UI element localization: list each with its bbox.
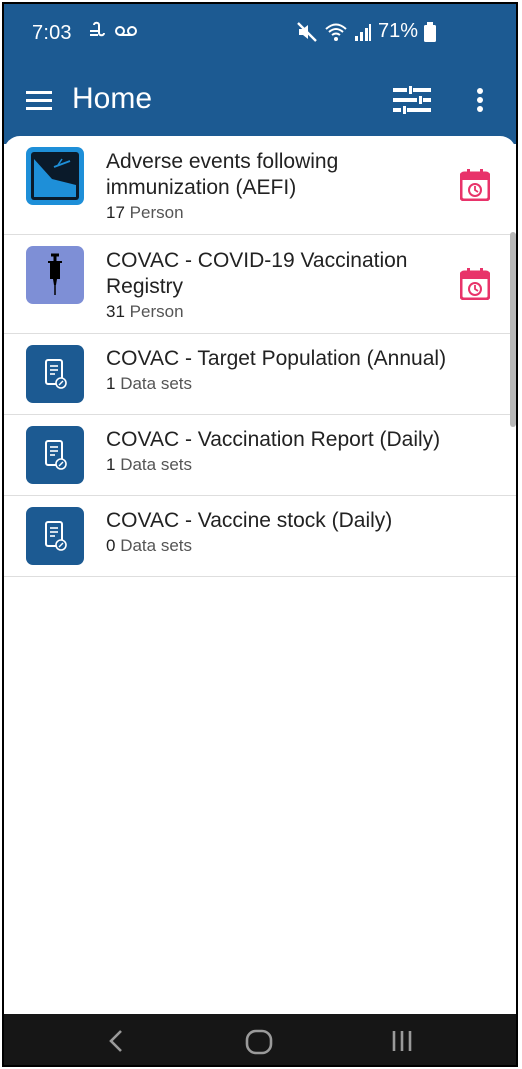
program-count: 1 Data sets: [106, 455, 192, 475]
more-options-button[interactable]: [470, 86, 490, 118]
battery-percent: 71%: [377, 20, 418, 42]
program-title: COVAC - Vaccine stock (Daily): [106, 509, 393, 532]
more-vert-icon: [477, 88, 483, 112]
program-item-vaccine-stock[interactable]: COVAC - Vaccine stock (Daily) 0 Data set…: [4, 496, 516, 577]
count-unit: Data sets: [120, 536, 193, 555]
dataset-icon: [26, 345, 84, 403]
count-value: 1: [106, 455, 116, 474]
cast-icon: [90, 21, 105, 37]
count-unit: Person: [129, 203, 184, 222]
scrollbar[interactable]: [510, 232, 516, 427]
status-bar: 7:03 71%: [4, 4, 516, 60]
aefi-icon: [26, 147, 84, 205]
program-item-vaccination-report[interactable]: COVAC - Vaccination Report (Daily) 1 Dat…: [4, 415, 516, 496]
program-title: Adverse events following immunization (A…: [106, 150, 339, 199]
recents-icon[interactable]: [388, 1026, 418, 1056]
signal-icon: [354, 23, 371, 41]
count-value: 1: [106, 374, 116, 393]
menu-icon: [26, 91, 52, 110]
mute-icon: [297, 21, 317, 42]
program-count: 1 Data sets: [106, 374, 192, 394]
system-nav-bar: [4, 1014, 516, 1065]
voicemail-icon: [115, 26, 138, 36]
syringe-icon: [26, 246, 84, 304]
phone-screen: 7:03 71% Home Adverse events following i…: [2, 2, 518, 1067]
program-count: 0 Data sets: [106, 536, 192, 556]
program-item-target-population[interactable]: COVAC - Target Population (Annual) 1 Dat…: [4, 334, 516, 415]
back-icon[interactable]: [102, 1026, 132, 1056]
app-bar: Home: [4, 60, 516, 144]
filter-icon: [393, 85, 431, 115]
status-left-icons: [88, 21, 138, 41]
count-value: 17: [106, 203, 125, 222]
count-unit: Person: [129, 302, 184, 321]
program-item-aefi[interactable]: Adverse events following immunization (A…: [4, 136, 516, 235]
home-icon[interactable]: [244, 1026, 274, 1056]
page-title: Home: [72, 82, 153, 115]
dataset-icon: [26, 426, 84, 484]
battery-icon: [424, 21, 436, 42]
dataset-icon: [26, 507, 84, 565]
calendar-alarm-icon[interactable]: [460, 169, 490, 201]
calendar-alarm-icon[interactable]: [460, 268, 490, 300]
count-unit: Data sets: [120, 374, 193, 393]
program-count: 17 Person: [106, 203, 184, 223]
program-list-sheet: Adverse events following immunization (A…: [4, 136, 516, 1014]
menu-button[interactable]: [26, 90, 52, 112]
status-right-icons: 71%: [296, 20, 436, 43]
wifi-icon: [325, 23, 347, 41]
program-title: COVAC - Vaccination Report (Daily): [106, 428, 441, 451]
program-count: 31 Person: [106, 302, 184, 322]
program-title: COVAC - COVID-19 Vaccination Registry: [106, 249, 408, 298]
count-value: 0: [106, 536, 116, 555]
status-time: 7:03: [32, 22, 72, 44]
program-title: COVAC - Target Population (Annual): [106, 347, 447, 370]
count-unit: Data sets: [120, 455, 193, 474]
count-value: 31: [106, 302, 125, 321]
filter-button[interactable]: [393, 84, 431, 116]
program-item-covid19-registry[interactable]: COVAC - COVID-19 Vaccination Registry 31…: [4, 235, 516, 334]
